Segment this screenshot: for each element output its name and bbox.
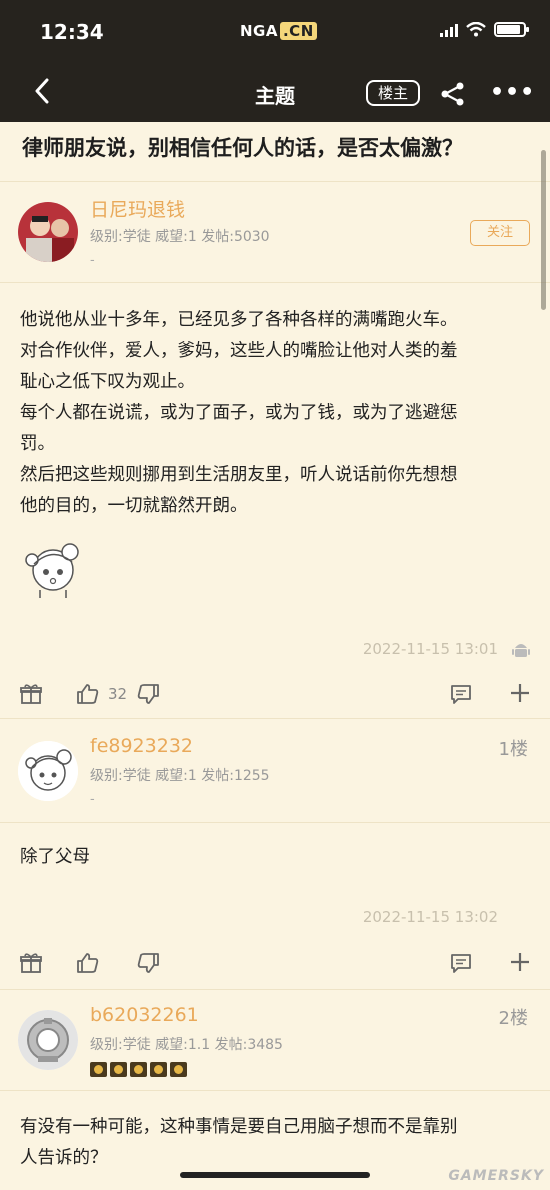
post-timestamp: 2022-11-15 13:02: [362, 908, 498, 926]
brand-logo: NGA .CN: [240, 22, 317, 40]
thumb-down-icon[interactable]: [136, 952, 160, 974]
post-actions: 32: [0, 671, 550, 719]
badge-icon: [170, 1062, 187, 1077]
badge-icon: [150, 1062, 167, 1077]
scrollbar[interactable]: [541, 150, 546, 310]
status-icons: [440, 22, 529, 37]
avatar[interactable]: [18, 741, 78, 801]
content-line: 他说他从业十多年，已经见多了各种各样的满嘴跑火车。: [20, 310, 458, 330]
post-header: 日尼玛退钱 级别:学徒 威望:1 发帖:5030 - 关注: [0, 183, 550, 283]
watermark: GAMERSKY: [448, 1168, 544, 1184]
thumb-up-icon[interactable]: [76, 952, 100, 974]
post-content: 有没有一种可能，这种事情是要自己用脑子想而不是靠别 人告诉的？: [20, 1112, 530, 1174]
android-icon: [512, 644, 530, 657]
topic-title: 律师朋友说，别相信任何人的话，是否太偏激？: [22, 136, 463, 160]
signal-icon: [440, 23, 458, 37]
like-count: 32: [108, 685, 128, 703]
user-meta: 级别:学徒 威望:1 发帖:1255: [90, 768, 270, 784]
battery-icon: [494, 22, 529, 37]
comment-icon[interactable]: [450, 683, 472, 705]
floor-number: 2楼: [498, 1008, 528, 1029]
nav-title: 主题: [255, 84, 295, 108]
topic-header: 律师朋友说，别相信任何人的话，是否太偏激？: [0, 122, 550, 182]
op-only-button[interactable]: 楼主: [366, 80, 420, 106]
brand-main: NGA: [240, 22, 278, 40]
gift-icon[interactable]: [20, 683, 42, 705]
badge-icon: [110, 1062, 127, 1077]
content-line: 对合作伙伴，爱人，爹妈，这些人的嘴脸让他对人类的羞: [20, 341, 458, 361]
post-header: b62032261 2楼 级别:学徒 威望:1.1 发帖:3485: [0, 990, 550, 1091]
username[interactable]: b62032261: [90, 1004, 199, 1026]
user-signature: -: [90, 792, 95, 807]
wifi-icon: [466, 22, 486, 37]
username[interactable]: 日尼玛退钱: [90, 195, 185, 222]
content-line: 耻心之低下叹为观止。: [20, 372, 195, 392]
emoticon-sticker: [25, 543, 79, 598]
home-indicator[interactable]: [180, 1172, 370, 1178]
post-timestamp: 2022-11-15 13:01: [362, 640, 498, 658]
content-line: 有没有一种可能，这种事情是要自己用脑子想而不是靠别: [20, 1117, 458, 1137]
share-icon[interactable]: [440, 82, 466, 106]
floor-number: 1楼: [498, 739, 528, 760]
thumb-up-icon[interactable]: [76, 683, 100, 705]
username[interactable]: fe8923232: [90, 735, 193, 757]
follow-button[interactable]: 关注: [470, 220, 530, 246]
user-signature: -: [90, 253, 95, 268]
post-header: fe8923232 1楼 级别:学徒 威望:1 发帖:1255 -: [0, 720, 550, 823]
comment-icon[interactable]: [450, 952, 472, 974]
content-line: 然后把这些规则挪用到生活朋友里，听人说话前你先想想: [20, 465, 458, 485]
plus-icon[interactable]: [510, 952, 530, 972]
post-content: 除了父母: [20, 842, 530, 873]
more-icon[interactable]: •••: [490, 80, 535, 105]
badge-icon: [90, 1062, 107, 1077]
gift-icon[interactable]: [20, 952, 42, 974]
nav-bar: 主题 楼主 •••: [0, 64, 550, 122]
content-line: 他的目的，一切就豁然开朗。: [20, 496, 248, 516]
user-meta: 级别:学徒 威望:1 发帖:5030: [90, 229, 270, 245]
status-time: 12:34: [40, 20, 104, 44]
user-badges: [90, 1062, 187, 1077]
content-line: 罚。: [20, 434, 55, 454]
thumb-down-icon[interactable]: [136, 683, 160, 705]
user-meta: 级别:学徒 威望:1.1 发帖:3485: [90, 1037, 283, 1053]
post-content: 他说他从业十多年，已经见多了各种各样的满嘴跑火车。 对合作伙伴，爱人，爹妈，这些…: [20, 305, 530, 522]
brand-cn: .CN: [279, 22, 317, 40]
plus-icon[interactable]: [510, 683, 530, 703]
content-line: 除了父母: [20, 847, 90, 867]
avatar[interactable]: [18, 202, 78, 262]
badge-icon: [130, 1062, 147, 1077]
post-actions: [0, 940, 550, 990]
status-bar: 12:34 NGA .CN: [0, 0, 550, 64]
avatar[interactable]: [18, 1010, 78, 1070]
content-line: 每个人都在说谎，或为了面子，或为了钱，或为了逃避惩: [20, 403, 458, 423]
